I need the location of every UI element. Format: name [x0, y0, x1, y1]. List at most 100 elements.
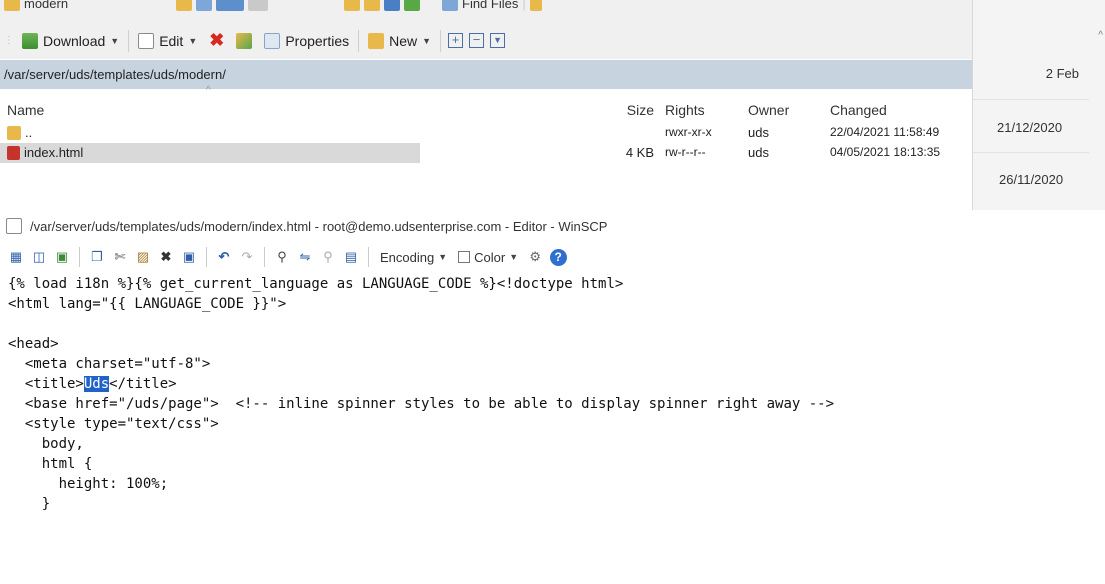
help-icon[interactable]: ?: [548, 247, 568, 267]
back-icon[interactable]: [216, 0, 244, 11]
file-list: ^ Name Size Rights Owner Changed .. rwxr…: [0, 85, 972, 210]
partial-toolbar: modern Find Files |: [0, 0, 972, 22]
cut-icon[interactable]: ✄: [110, 247, 130, 267]
color-button[interactable]: Color ▼: [454, 250, 522, 265]
replace-icon[interactable]: ⇋: [295, 247, 315, 267]
unselect-files-icon[interactable]: −: [469, 33, 485, 48]
filter-files-icon[interactable]: ▼: [490, 33, 506, 48]
code-line[interactable]: <html lang="{{ LANGUAGE_CODE }}">: [8, 294, 1105, 314]
code-line[interactable]: }: [8, 494, 1105, 514]
new-button[interactable]: New ▼: [362, 27, 437, 55]
encoding-button[interactable]: Encoding ▼: [376, 250, 451, 265]
select-files-icon[interactable]: +: [448, 33, 464, 48]
code-line[interactable]: [8, 314, 1105, 334]
code-text: height: 100%;: [8, 476, 169, 492]
find-icon[interactable]: ⚲: [272, 247, 292, 267]
code-text: }: [8, 496, 51, 512]
refresh-icon[interactable]: [384, 0, 400, 11]
column-header-owner[interactable]: Owner: [748, 102, 789, 118]
toolbar-separator: [264, 247, 265, 267]
delete-icon: ✖: [209, 30, 225, 50]
go-to-line-icon[interactable]: ▤: [341, 247, 361, 267]
find-next-icon[interactable]: ⚲: [318, 247, 338, 267]
save-icon[interactable]: ▦: [6, 247, 26, 267]
code-text: <base href="/uds/page"> <!-- inline spin…: [8, 396, 835, 412]
location-combo[interactable]: modern: [4, 0, 68, 14]
file-rights: rw-r--r--: [665, 145, 706, 159]
code-text: <head>: [8, 336, 59, 352]
code-line[interactable]: <meta charset="utf-8">: [8, 354, 1105, 374]
undo-icon[interactable]: ↶: [214, 247, 234, 267]
find-files-button[interactable]: Find Files |: [442, 0, 542, 14]
properties-icon: [264, 32, 281, 49]
sync-icon[interactable]: [404, 0, 420, 11]
root-directory-icon[interactable]: [196, 0, 212, 11]
select-all-icon[interactable]: ▣: [179, 247, 199, 267]
code-text: {% load i18n %}{% get_current_language a…: [8, 276, 624, 292]
column-header-name[interactable]: Name: [7, 102, 44, 118]
delete-button[interactable]: ✖: [203, 27, 230, 55]
scroll-up-arrow-icon[interactable]: ^: [1098, 30, 1103, 41]
file-name: index.html: [24, 145, 84, 160]
file-row-parent[interactable]: .. rwxr-xr-x uds 22/04/2021 11:58:49: [0, 123, 972, 143]
copy-icon[interactable]: ❐: [87, 247, 107, 267]
chevron-down-icon[interactable]: ▼: [422, 36, 431, 46]
chevron-down-icon[interactable]: ▼: [110, 36, 119, 46]
toolbar-separator: [358, 29, 360, 52]
encoding-label: Encoding: [380, 249, 435, 265]
find-files-icon: [442, 0, 458, 11]
new-label: New: [389, 32, 418, 49]
code-line[interactable]: <style type="text/css">: [8, 414, 1105, 434]
toolbar-separator: [368, 247, 369, 267]
filter-icon[interactable]: [529, 0, 542, 11]
file-list-header: ^ Name Size Rights Owner Changed: [0, 85, 972, 118]
save-all-icon[interactable]: ◫: [29, 247, 49, 267]
code-line[interactable]: <title>Uds</title>: [8, 374, 1105, 394]
paste-icon[interactable]: ▨: [133, 247, 153, 267]
column-header-size[interactable]: Size: [608, 102, 654, 118]
chevron-down-icon: ▼: [438, 252, 448, 262]
download-button[interactable]: Download ▼: [16, 27, 125, 55]
download-label: Download: [43, 32, 106, 49]
new-folder-icon: [368, 32, 385, 49]
folder-icon: [4, 0, 20, 11]
code-line[interactable]: <base href="/uds/page"> <!-- inline spin…: [8, 394, 1105, 414]
home-icon[interactable]: [344, 0, 360, 11]
rename-button[interactable]: [230, 27, 258, 55]
code-text: </title>: [109, 376, 177, 392]
redo-icon[interactable]: ↷: [237, 247, 257, 267]
column-header-changed[interactable]: Changed: [830, 102, 887, 118]
code-text: <title>: [8, 376, 84, 392]
bookmark-icon[interactable]: [364, 0, 380, 11]
properties-button[interactable]: Properties: [258, 27, 355, 55]
code-text: <style type="text/css">: [8, 416, 219, 432]
code-line[interactable]: height: 100%;: [8, 474, 1105, 494]
forward-icon[interactable]: [248, 0, 268, 11]
preferences-gear-icon[interactable]: ⚙: [525, 247, 545, 267]
code-line[interactable]: {% load i18n %}{% get_current_language a…: [8, 274, 1105, 294]
code-line[interactable]: html {: [8, 454, 1105, 474]
toolbar-grip[interactable]: ⋮: [4, 35, 14, 46]
background-date: 2 Feb: [1045, 66, 1079, 81]
chevron-down-icon[interactable]: ▼: [188, 36, 197, 46]
path-bar[interactable]: /var/server/uds/templates/uds/modern/: [0, 60, 972, 89]
divider: [973, 99, 1089, 100]
file-owner: uds: [748, 125, 769, 140]
file-row-index-html[interactable]: index.html 4 KB rw-r--r-- uds 04/05/2021…: [0, 143, 972, 163]
column-header-rights[interactable]: Rights: [665, 102, 705, 118]
file-name: ..: [25, 125, 33, 140]
editor-title-bar: /var/server/uds/templates/uds/modern/ind…: [0, 210, 1105, 242]
folder-up-icon[interactable]: [176, 0, 192, 11]
code-editor[interactable]: {% load i18n %}{% get_current_language a…: [8, 274, 1105, 514]
delete-icon[interactable]: ✖: [156, 247, 176, 267]
edit-button[interactable]: Edit ▼: [132, 27, 203, 55]
code-text: <html lang="{{ LANGUAGE_CODE }}">: [8, 296, 287, 312]
color-swatch: [458, 251, 471, 263]
editor-toolbar: ▦ ◫ ▣ ❐ ✄ ▨ ✖ ▣ ↶ ↷ ⚲ ⇋ ⚲ ▤ Encoding ▼ C…: [0, 242, 1105, 272]
file-toolbar: ⋮ Download ▼ Edit ▼ ✖ Properties New ▼ +…: [0, 22, 972, 59]
chevron-down-icon: ▼: [509, 252, 519, 262]
reload-icon[interactable]: ▣: [52, 247, 72, 267]
code-line[interactable]: <head>: [8, 334, 1105, 354]
toolbar-separator: [128, 29, 130, 52]
code-line[interactable]: body,: [8, 434, 1105, 454]
